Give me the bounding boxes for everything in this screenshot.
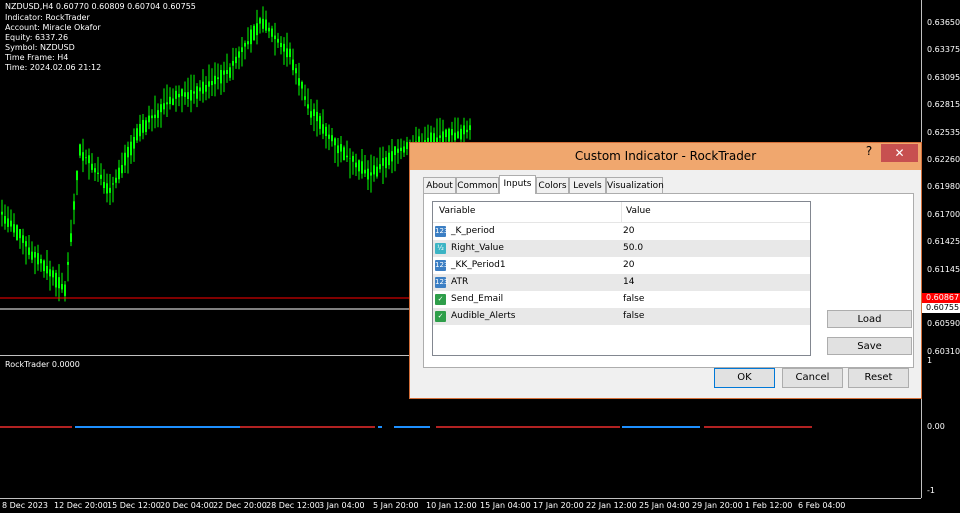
price-tick: 0.62535 xyxy=(927,127,960,137)
price-axis[interactable]: 0.63650 0.63375 0.63095 0.62815 0.62535 0.622… xyxy=(921,0,960,498)
int-icon: 123 xyxy=(435,226,449,237)
input-variable: Send_Email xyxy=(451,294,504,304)
input-value[interactable]: false xyxy=(623,311,644,321)
time-line: Time: 2024.02.06 21:12 xyxy=(5,63,102,72)
dialog-titlebar[interactable]: Custom Indicator - RockTrader ? ✕ xyxy=(410,143,921,170)
price-tick: 0.60310 xyxy=(927,346,960,356)
time-tick: 8 Dec 2023 xyxy=(2,501,49,510)
input-row[interactable]: ✓ Audible_Alerts false xyxy=(433,308,810,325)
time-tick: 29 Jan 20:00 xyxy=(692,501,743,510)
input-value[interactable]: false xyxy=(623,294,644,304)
inputs-grid[interactable]: Variable Value 123 _K_period 20 ½ Right_Valu… xyxy=(432,201,811,356)
input-variable: ATR xyxy=(451,277,469,287)
load-button[interactable]: Load xyxy=(827,310,912,328)
input-value[interactable]: 20 xyxy=(623,226,634,236)
input-row[interactable]: ½ Right_Value 50.0 xyxy=(433,240,810,257)
input-value[interactable]: 50.0 xyxy=(623,243,643,253)
input-value[interactable]: 14 xyxy=(623,277,634,287)
tab-about[interactable]: About xyxy=(423,177,456,193)
input-variable: Audible_Alerts xyxy=(451,311,516,321)
symbol-line: Symbol: NZDUSD xyxy=(5,43,75,52)
chart-symbol-line: NZDUSD,H4 0.60770 0.60809 0.60704 0.6075… xyxy=(5,2,196,11)
account-line: Account: Miracle Okafor xyxy=(5,23,101,32)
sub-axis-top: 1 xyxy=(927,356,933,365)
tab-visualization[interactable]: Visualization xyxy=(606,177,664,193)
indicator-line: Indicator: RockTrader xyxy=(5,13,90,22)
price-tick: 0.62260 xyxy=(927,155,960,164)
save-button[interactable]: Save xyxy=(827,337,912,355)
timeframe-line: Time Frame: H4 xyxy=(5,53,69,62)
price-tick: 0.61145 xyxy=(927,264,960,274)
time-tick: 22 Dec 20:00 xyxy=(213,501,267,510)
chart-info-panel: NZDUSD,H4 0.60770 0.60809 0.60704 0.6075… xyxy=(0,2,200,82)
double-icon: ½ xyxy=(435,243,446,254)
time-tick: 6 Feb 04:00 xyxy=(798,501,846,510)
close-button[interactable]: ✕ xyxy=(881,144,918,162)
price-tick: 0.63375 xyxy=(927,45,960,55)
time-axis: 8 Dec 2023 12 Dec 20:00 15 Dec 12:00 20 Dec… xyxy=(0,498,921,513)
time-tick: 1 Feb 12:00 xyxy=(745,501,793,510)
time-tick: 28 Dec 12:00 xyxy=(266,501,320,510)
price-tick: 0.60590 xyxy=(927,319,960,329)
input-value[interactable]: 20 xyxy=(623,260,634,270)
tab-common[interactable]: Common xyxy=(456,177,499,193)
time-tick: 15 Dec 12:00 xyxy=(107,501,161,510)
dialog-title: Custom Indicator - RockTrader xyxy=(574,149,757,163)
price-tick: 0.61980 xyxy=(927,182,960,192)
price-tick: 0.63095 xyxy=(927,72,960,82)
bool-icon: ✓ xyxy=(435,311,446,322)
price-tag-current: 0.60755 xyxy=(922,303,960,313)
price-tick: 0.63650 xyxy=(927,18,960,27)
reset-button[interactable]: Reset xyxy=(848,368,909,388)
time-tick: 3 Jan 04:00 xyxy=(319,501,365,510)
time-tick: 15 Jan 04:00 xyxy=(480,501,531,510)
int-icon: 123 xyxy=(435,260,449,271)
sub-axis-bottom: -1 xyxy=(927,486,935,495)
column-divider[interactable] xyxy=(621,202,622,222)
input-row[interactable]: 123 _K_period 20 xyxy=(433,223,810,240)
price-tick: 0.62815 xyxy=(927,100,960,110)
input-row[interactable]: 123 ATR 14 xyxy=(433,274,810,291)
input-variable: Right_Value xyxy=(451,243,504,253)
cancel-button[interactable]: Cancel xyxy=(782,368,843,388)
time-tick: 22 Jan 12:00 xyxy=(586,501,637,510)
input-row[interactable]: ✓ Send_Email false xyxy=(433,291,810,308)
input-variable: _K_period xyxy=(451,226,495,236)
time-tick: 12 Dec 20:00 xyxy=(54,501,108,510)
grid-header: Variable Value xyxy=(433,202,810,223)
tab-inputs[interactable]: Inputs xyxy=(499,175,536,194)
time-tick: 10 Jan 12:00 xyxy=(426,501,477,510)
subwindow-label: RockTrader 0.0000 xyxy=(5,360,80,369)
time-tick: 20 Dec 04:00 xyxy=(160,501,214,510)
input-variable: _KK_Period1 xyxy=(451,260,506,270)
int-icon: 123 xyxy=(435,277,449,288)
equity-line: Equity: 6337.26 xyxy=(5,33,69,42)
tab-levels[interactable]: Levels xyxy=(569,177,606,193)
help-button[interactable]: ? xyxy=(859,144,879,162)
time-tick: 17 Jan 20:00 xyxy=(533,501,584,510)
price-tick: 0.61700 xyxy=(927,209,960,219)
sub-axis-mid: 0.00 xyxy=(927,422,945,431)
column-header-value[interactable]: Value xyxy=(626,206,651,216)
inputs-panel: Variable Value 123 _K_period 20 ½ Right_Valu… xyxy=(423,193,914,368)
column-header-variable[interactable]: Variable xyxy=(439,206,475,216)
tab-colors[interactable]: Colors xyxy=(536,177,569,193)
custom-indicator-dialog: Custom Indicator - RockTrader ? ✕ About … xyxy=(409,142,922,399)
price-tag-red: 0.60867 xyxy=(922,293,960,303)
time-tick: 25 Jan 04:00 xyxy=(639,501,690,510)
bool-icon: ✓ xyxy=(435,294,446,305)
time-tick: 5 Jan 20:00 xyxy=(373,501,419,510)
ok-button[interactable]: OK xyxy=(714,368,775,388)
price-tick: 0.61425 xyxy=(927,237,960,247)
input-row[interactable]: 123 _KK_Period1 20 xyxy=(433,257,810,274)
